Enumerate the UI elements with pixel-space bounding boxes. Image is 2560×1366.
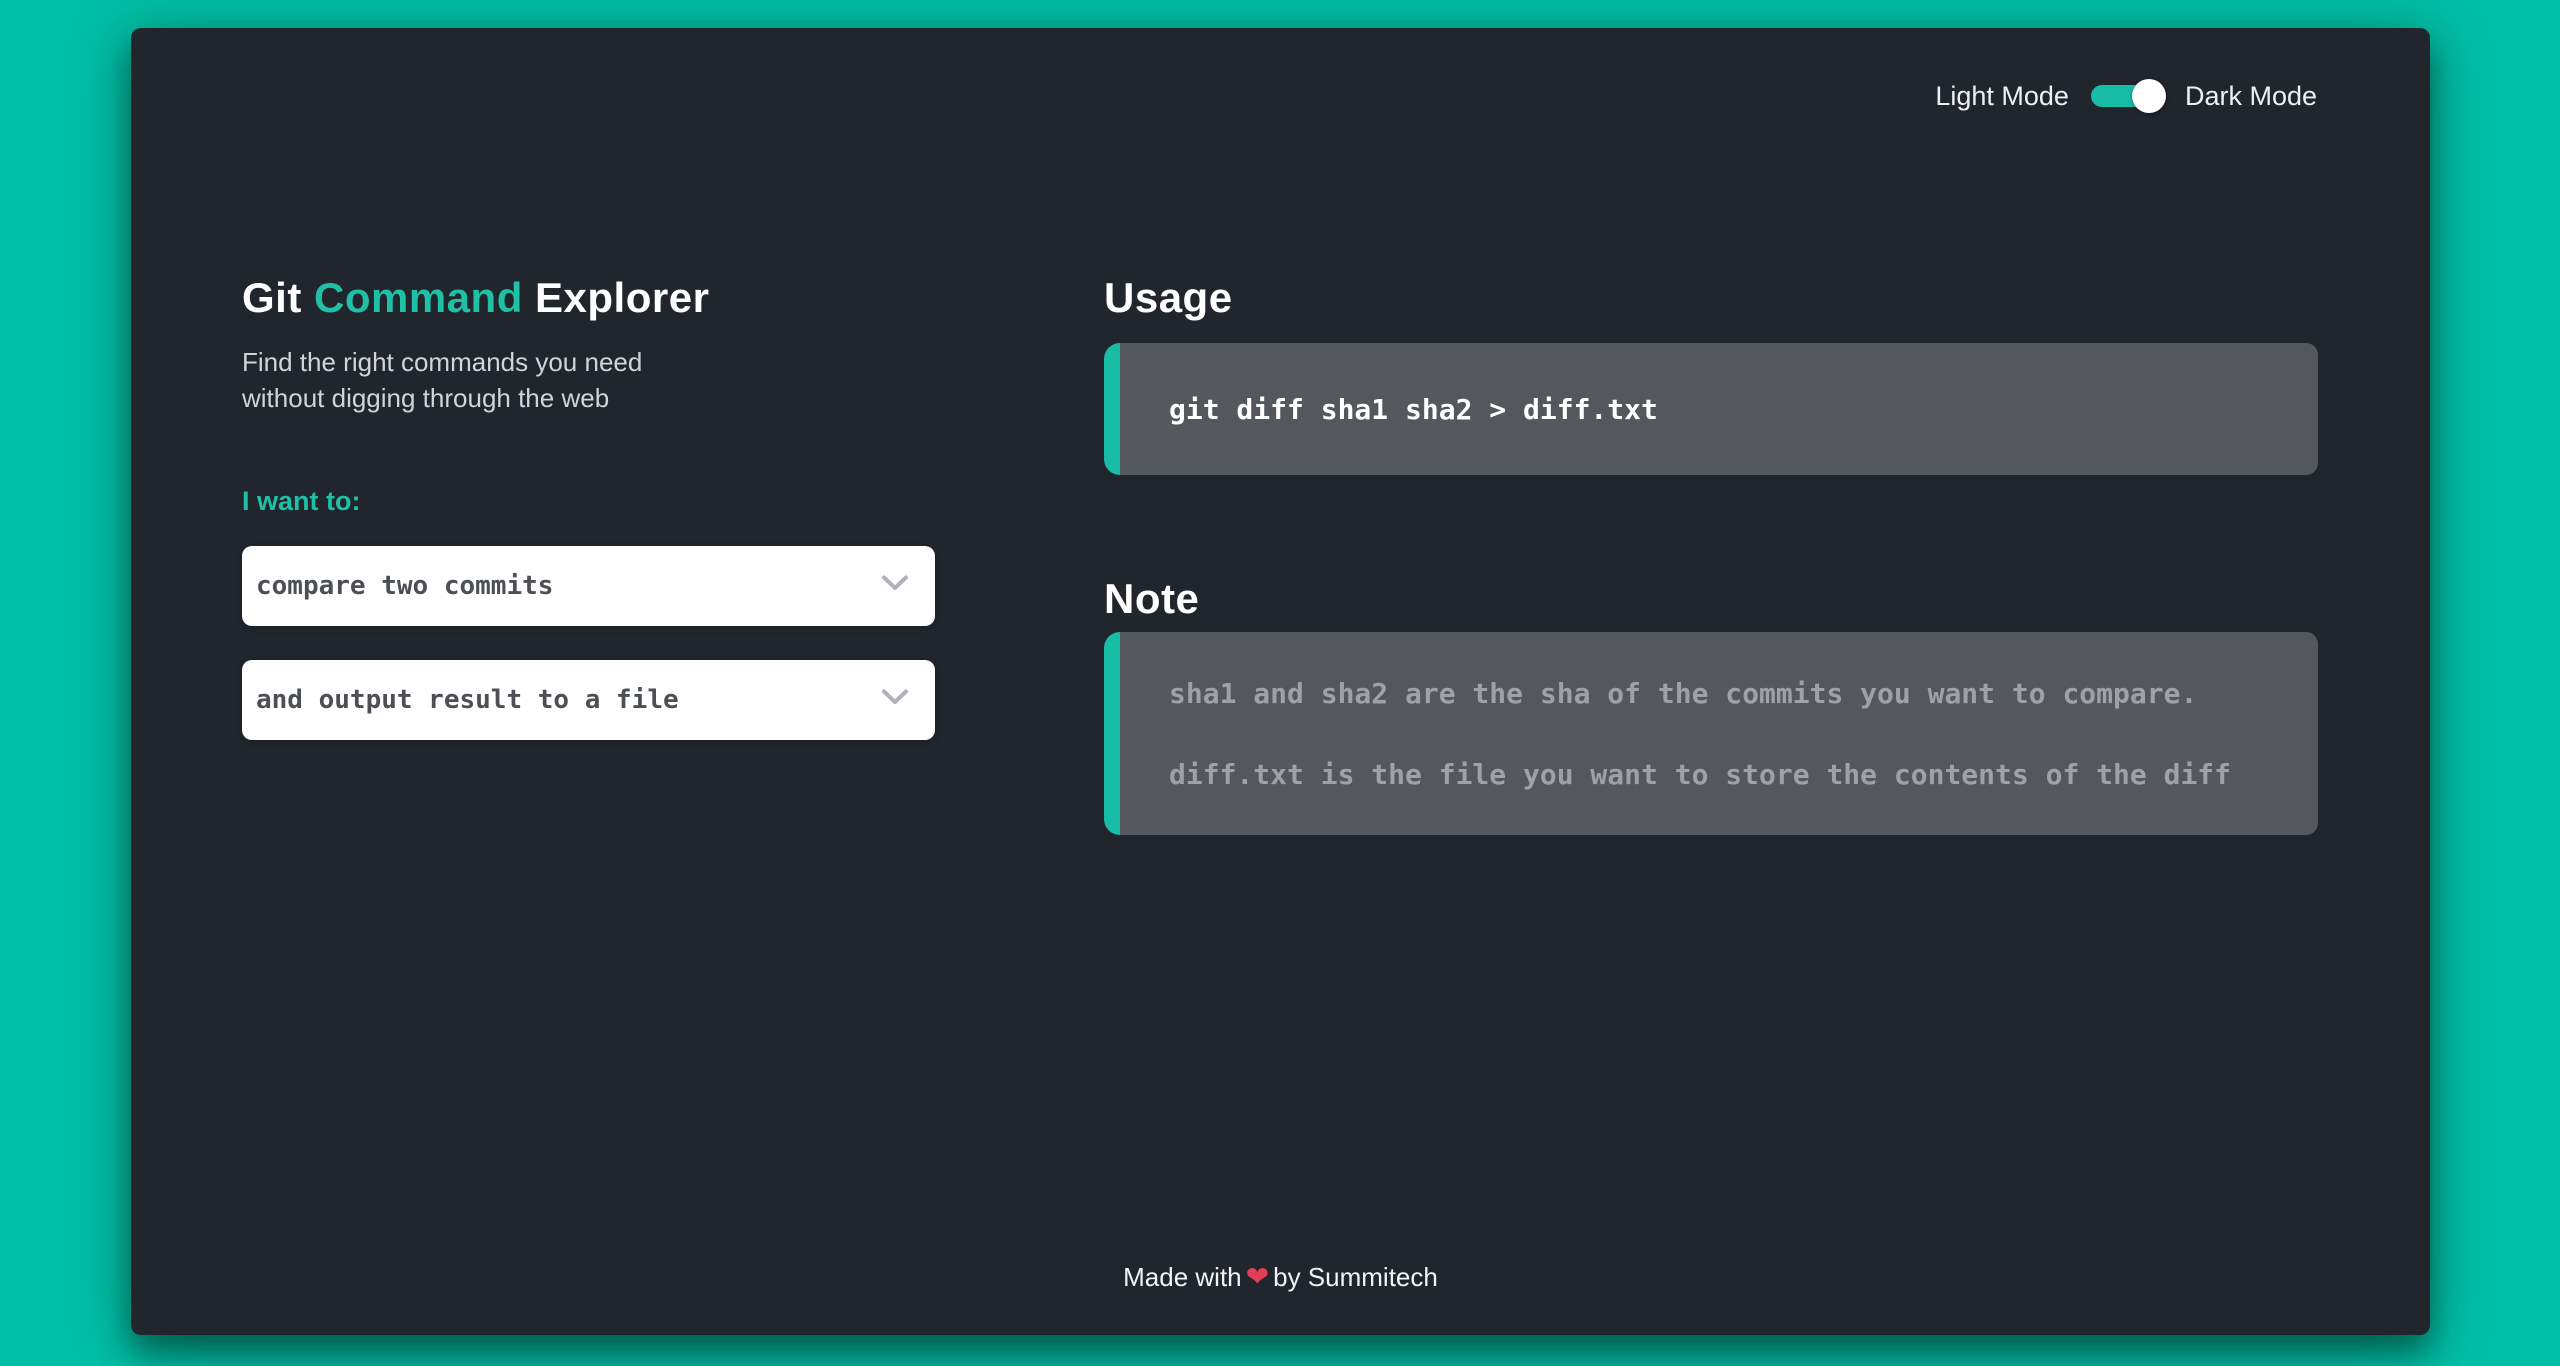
title-git: Git	[242, 274, 302, 321]
note-line: sha1 and sha2 are the sha of the commits…	[1169, 677, 2318, 710]
left-column: Git Command Explorer Find the right comm…	[242, 28, 935, 1335]
secondary-command-selected-value: and output result to a file	[256, 685, 679, 715]
note-heading: Note	[1104, 575, 1199, 623]
usage-command-text: git diff sha1 sha2 > diff.txt	[1169, 393, 1658, 426]
note-line: diff.txt is the file you want to store t…	[1169, 758, 2318, 791]
secondary-command-select[interactable]: and output result to a file	[242, 660, 935, 740]
title-command: Command	[314, 274, 523, 321]
usage-heading: Usage	[1104, 274, 1233, 322]
page-title: Git Command Explorer	[242, 274, 709, 322]
primary-command-selected-value: compare two commits	[256, 571, 553, 601]
title-explorer: Explorer	[535, 274, 709, 321]
heart-icon: ❤	[1242, 1261, 1273, 1292]
page-background: Light Mode Dark Mode Git Command Explore…	[0, 0, 2560, 1366]
chevron-down-icon	[881, 575, 909, 598]
primary-command-select[interactable]: compare two commits	[242, 546, 935, 626]
subtitle-line-2: without digging through the web	[242, 383, 609, 413]
footer-credit: Made with❤by Summitech	[131, 1260, 2430, 1293]
i-want-to-label: I want to:	[242, 486, 360, 517]
footer-prefix: Made with	[1123, 1262, 1242, 1292]
footer-suffix: by Summitech	[1273, 1262, 1438, 1292]
right-column: Usage git diff sha1 sha2 > diff.txt Note…	[1104, 28, 2318, 1335]
usage-code-block: git diff sha1 sha2 > diff.txt	[1104, 343, 2318, 475]
app-subtitle: Find the right commands you need without…	[242, 344, 642, 416]
chevron-down-icon	[881, 689, 909, 712]
note-block: sha1 and sha2 are the sha of the commits…	[1104, 632, 2318, 835]
subtitle-line-1: Find the right commands you need	[242, 347, 642, 377]
app-card: Light Mode Dark Mode Git Command Explore…	[131, 28, 2430, 1335]
